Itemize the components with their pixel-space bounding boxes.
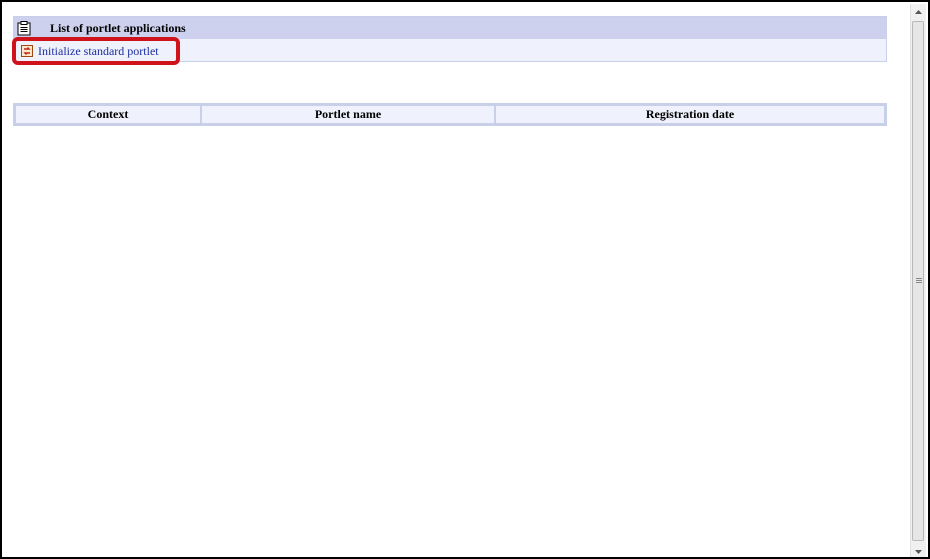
scroll-down-button[interactable] [911, 544, 926, 557]
thumb-grip [916, 282, 922, 283]
panel-title: List of portlet applications [50, 21, 186, 35]
initialize-icon [21, 45, 33, 57]
portlet-panel: List of portlet applications Initialize … [13, 16, 887, 62]
column-header-context[interactable]: Context [16, 106, 200, 123]
column-header-registration-date[interactable]: Registration date [496, 106, 884, 123]
scroll-thumb[interactable] [912, 21, 924, 541]
clipboard-icon [17, 21, 31, 36]
initialize-standard-portlet-label: Initialize standard portlet [38, 43, 159, 58]
scroll-down-arrow-icon [915, 549, 922, 554]
scroll-up-button[interactable] [911, 4, 926, 19]
panel-header: List of portlet applications [14, 17, 886, 39]
browser-frame: List of portlet applications Initialize … [0, 0, 930, 559]
panel-actions: Initialize standard portlet [14, 39, 886, 61]
thumb-grip [916, 280, 922, 281]
thumb-grip [916, 278, 922, 279]
vertical-scrollbar[interactable] [910, 4, 926, 557]
scroll-up-arrow-icon [915, 9, 922, 14]
initialize-standard-portlet-link[interactable]: Initialize standard portlet [21, 43, 159, 59]
portlet-table: Context Portlet name Registration date [13, 103, 887, 126]
column-header-portlet-name[interactable]: Portlet name [202, 106, 494, 123]
table-header-row: Context Portlet name Registration date [16, 106, 884, 123]
